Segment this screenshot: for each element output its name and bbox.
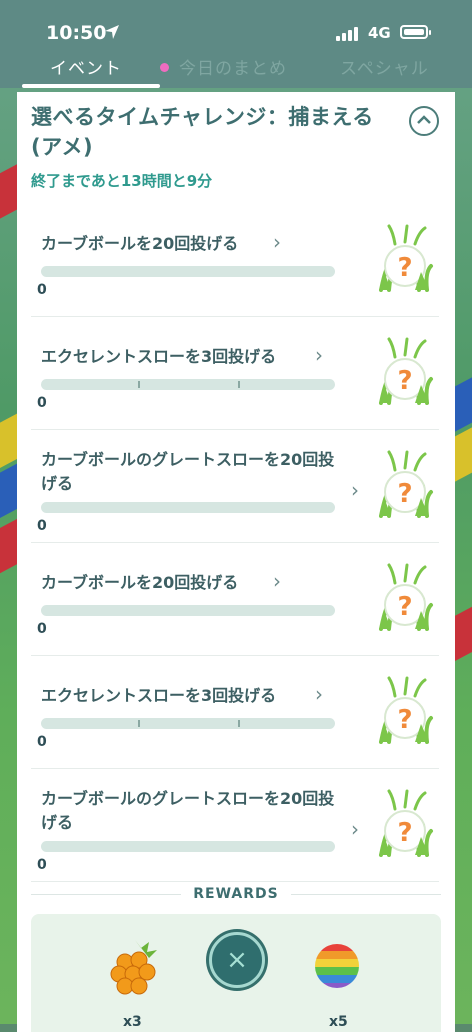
task-label: エクセレントスローを3回投げる	[41, 347, 277, 366]
svg-text:?: ?	[397, 705, 412, 735]
task-label: カーブボールを20回投げる	[41, 234, 239, 253]
battery-icon	[400, 25, 431, 39]
svg-text:?: ?	[397, 479, 412, 509]
task-label: カーブボールのグレートスローを20回投げる	[41, 789, 335, 832]
progress-tick	[238, 381, 240, 388]
chevron-right-icon: ›	[351, 817, 359, 841]
progress-count: 0	[37, 734, 47, 750]
progress-bar	[41, 718, 335, 729]
svg-text:?: ?	[397, 366, 412, 396]
location-arrow-icon	[105, 25, 119, 39]
task-row[interactable]: エクセレントスローを3回投げる › 0?	[31, 317, 439, 430]
progress-bar	[41, 266, 335, 277]
progress-count: 0	[37, 857, 47, 873]
notification-dot-icon	[160, 63, 169, 72]
time-remaining: 終了まであと13時間と9分	[31, 172, 213, 190]
tab-special[interactable]: スペシャル	[340, 54, 429, 79]
divider	[291, 894, 441, 895]
progress-bar	[41, 379, 335, 390]
mystery-reward-icon: ?	[375, 450, 435, 518]
task-label: エクセレントスローを3回投げる	[41, 686, 277, 705]
task-row[interactable]: カーブボールを20回投げる › 0?	[31, 204, 439, 317]
signal-icon	[336, 27, 362, 41]
progress-bar	[41, 841, 335, 852]
chevron-right-icon: ›	[315, 682, 323, 706]
task-row[interactable]: エクセレントスローを3回投げる › 0?	[31, 656, 439, 769]
active-tab-indicator	[22, 84, 160, 88]
mystery-reward-icon: ?	[375, 224, 435, 292]
progress-count: 0	[37, 282, 47, 298]
status-bar: 10:50 4G	[0, 22, 472, 48]
rare-candy-icon	[313, 942, 361, 994]
chevron-right-icon: ›	[273, 230, 281, 254]
progress-tick	[238, 720, 240, 727]
reward-count: x3	[123, 1014, 142, 1030]
svg-text:?: ?	[397, 253, 412, 283]
chevron-right-icon: ›	[273, 569, 281, 593]
task-label: カーブボールを20回投げる	[41, 573, 239, 592]
top-header: 10:50 4G イベント 今日のまとめ スペシャル	[0, 0, 472, 88]
task-row[interactable]: カーブボールのグレートスローを20回投げる › 0?	[31, 769, 439, 882]
progress-count: 0	[37, 518, 47, 534]
task-row[interactable]: カーブボールのグレートスローを20回投げる › 0?	[31, 430, 439, 543]
close-button[interactable]: ×	[209, 932, 265, 988]
mystery-reward-icon: ?	[375, 563, 435, 631]
progress-tick	[138, 720, 140, 727]
research-title: 選べるタイムチャレンジ：捕まえる(アメ)	[31, 105, 374, 159]
progress-count: 0	[37, 621, 47, 637]
chevron-right-icon: ›	[315, 343, 323, 367]
network-type: 4G	[368, 24, 391, 42]
close-icon: ×	[226, 945, 248, 975]
tab-event[interactable]: イベント	[50, 54, 122, 79]
mystery-reward-icon: ?	[375, 676, 435, 744]
mystery-reward-icon: ?	[375, 337, 435, 405]
tab-bar: イベント 今日のまとめ スペシャル	[0, 54, 472, 88]
tab-today-summary[interactable]: 今日のまとめ	[160, 54, 287, 79]
progress-bar	[41, 605, 335, 616]
task-row[interactable]: カーブボールを20回投げる › 0?	[31, 543, 439, 656]
chevron-up-icon	[417, 115, 431, 124]
golden-razz-berry-icon	[105, 936, 163, 1002]
tab-today-summary-label: 今日のまとめ	[179, 59, 287, 79]
progress-count: 0	[37, 395, 47, 411]
collapse-button[interactable]	[409, 106, 439, 136]
svg-text:?: ?	[397, 592, 412, 622]
task-label: カーブボールのグレートスローを20回投げる	[41, 450, 335, 493]
chevron-right-icon: ›	[351, 478, 359, 502]
rewards-panel: x3 × x5	[31, 914, 441, 1032]
status-time: 10:50	[46, 22, 107, 44]
research-card: 選べるタイムチャレンジ：捕まえる(アメ) 終了まであと13時間と9分 カーブボー…	[17, 92, 455, 1032]
reward-count: x5	[329, 1014, 348, 1030]
progress-bar	[41, 502, 335, 513]
progress-tick	[138, 381, 140, 388]
svg-text:?: ?	[397, 818, 412, 848]
mystery-reward-icon: ?	[375, 789, 435, 857]
